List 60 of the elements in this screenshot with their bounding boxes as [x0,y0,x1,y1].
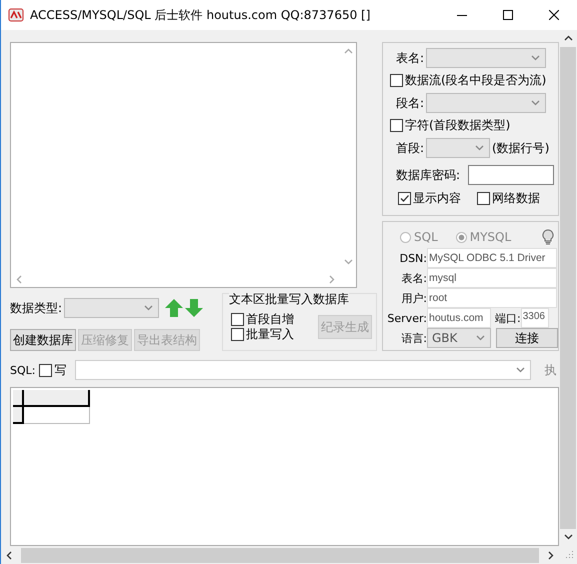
field-label: SQL: [10,364,36,376]
table-dropdown[interactable] [426,48,546,68]
close-icon [549,10,559,20]
checkbox-label: 网络数据 [492,190,540,207]
field-label: 首段: [396,140,424,156]
field-label: 数据库密码: [396,166,460,184]
field-dropdown[interactable] [426,93,546,113]
scrollbar-thumb[interactable] [560,47,576,529]
radio-label: SQL [414,230,438,244]
checkbox[interactable] [398,192,411,205]
checkbox[interactable] [231,313,244,326]
button[interactable]: 创建数据库 [10,329,76,351]
checkbox-label: 显示内容 [413,190,461,207]
language-dropdown[interactable]: GBK [427,328,491,348]
connect-button[interactable]: 连接 [496,328,558,348]
text-field[interactable]: mysql [427,268,557,288]
group-title: 文本区批量写入数据库 [229,291,349,308]
text-field[interactable]: houtus.com [427,308,491,328]
checkbox[interactable] [390,74,403,87]
field-label: 用户: [400,290,427,306]
checkbox[interactable] [390,119,403,132]
checkbox[interactable] [477,192,490,205]
checkbox-label: 字符(首段数据类型) [405,117,510,134]
radio-label: MYSQL [470,230,512,244]
field-label: 数据类型: [10,300,62,316]
text-field[interactable]: root [427,288,557,308]
field-label: 段名: [396,94,424,112]
app-icon [8,7,24,23]
data-type-dropdown[interactable] [64,298,160,318]
field-label: 语言: [400,330,427,346]
checkbox-label: 数据流(段名中段是否为流) [405,72,546,89]
text-area[interactable] [10,42,357,288]
checkbox[interactable] [39,364,52,376]
password-field[interactable] [468,165,554,185]
field-label: (数据行号) [492,140,550,156]
grid-cell [24,407,90,424]
maximize-icon [503,10,513,20]
first-field-dropdown[interactable] [426,138,490,158]
text-field[interactable]: MySQL ODBC 5.1 Driver [427,248,557,268]
scrollbar-thumb[interactable] [21,548,539,562]
row-header-cell [13,407,24,424]
window-title: ACCESS/MYSQL/SQL 后士软件 houtus.com QQ:8737650 [] [30,6,370,24]
checkbox-label: 批量写入 [246,326,294,343]
field-label: 表名: [400,270,427,286]
text-field[interactable]: 3306 [520,308,549,328]
field-label: DSN: [398,252,427,264]
checkmark-icon [399,193,410,204]
field-label: Server: [386,312,427,324]
arrows-icon [164,298,204,318]
lightbulb-icon [542,229,554,245]
checkbox[interactable] [231,328,244,341]
field-label: 端口: [495,310,521,326]
field-label: 表名: [396,50,424,66]
move-buttons[interactable] [164,298,204,318]
checkbox-label: 写 [54,362,66,378]
data-grid[interactable] [10,387,559,546]
grid-header-cell [24,390,90,407]
checkbox-label: 首段自增 [246,311,294,328]
grid-corner [13,390,24,407]
sql-input[interactable] [75,360,532,380]
